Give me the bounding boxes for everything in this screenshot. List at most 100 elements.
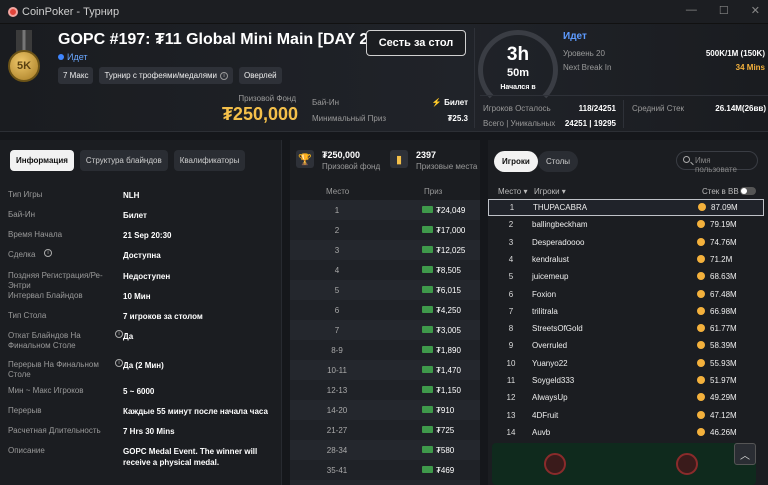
chip-icon xyxy=(697,358,705,367)
player-row[interactable]: 13 4DFruit 47.12M xyxy=(488,407,764,424)
sit-at-table-button[interactable]: Сесть за стол xyxy=(366,30,466,56)
chip-icon xyxy=(698,203,706,211)
prize-amount: ₮8,505 xyxy=(436,266,461,275)
player-row[interactable]: 12 AlwaysUp 49.29M xyxy=(488,389,764,406)
scroll-up-button[interactable]: ︿ xyxy=(734,443,756,465)
info-key: Мин ~ Макс Игроков xyxy=(8,386,84,395)
tag-trophy[interactable]: Турнир с трофеями/медалями i xyxy=(99,67,234,84)
chip-icon xyxy=(697,393,705,402)
prize-amount: ₮469 xyxy=(436,466,455,475)
chip-icon xyxy=(697,220,705,229)
info-value: Да xyxy=(123,332,134,341)
tab-qualifiers[interactable]: Квалификаторы xyxy=(173,150,246,171)
player-row[interactable]: 9 Overruled 58.39M xyxy=(488,337,764,354)
tab-blind-structure[interactable]: Структура блайндов xyxy=(79,150,168,171)
prize-amount: ₮3,005 xyxy=(436,326,461,335)
medal-icon: 5K xyxy=(7,30,41,88)
prize-row: 6 ₮4,250 xyxy=(290,300,480,320)
player-row[interactable]: 6 Foxion 67.48M xyxy=(488,286,764,303)
cash-icon xyxy=(422,266,433,273)
col-place-sort[interactable]: Место ▾ xyxy=(498,187,527,196)
player-stack: 79.19M xyxy=(710,220,737,230)
player-search-input[interactable]: Имя пользовате xyxy=(676,151,758,174)
player-row[interactable]: 14 Auvb 46.26M xyxy=(488,424,764,441)
bolt-icon: ⚡ xyxy=(431,98,442,107)
prize-amount: ₮1,890 xyxy=(436,346,461,355)
prize-place: 12-13 xyxy=(326,386,348,395)
cash-icon xyxy=(422,346,433,353)
avatar xyxy=(544,453,566,475)
tab-information[interactable]: Информация xyxy=(10,150,74,171)
chip-icon xyxy=(697,289,705,298)
clock-hours: 3h xyxy=(506,44,530,65)
tab-players[interactable]: Игроки xyxy=(494,151,538,172)
prize-amount: ₮1,470 xyxy=(436,366,461,375)
prize-pool-summary-value: ₮250,000 xyxy=(322,150,361,160)
tournament-title: GOPC #197: ₮11 Global Mini Main [DAY 2] xyxy=(58,31,374,48)
clock-started: Начался в xyxy=(500,84,536,91)
min-prize-label: Минимальный Приз xyxy=(312,114,386,123)
total-unique-value: 24251 | 19295 xyxy=(564,119,616,128)
player-row[interactable]: 7 trilitrala 66.98M xyxy=(488,303,764,320)
prize-summary: 🏆 ₮250,000 Призовой фонд ▮ 2397 Призовые… xyxy=(290,140,480,178)
player-stack: 66.98M xyxy=(710,306,737,316)
info-key: Откат Блайндов На Финальном Столе xyxy=(8,331,81,350)
info-panel: Информация Структура блайндов Квалификат… xyxy=(0,140,282,485)
info-icon[interactable]: i xyxy=(220,71,229,80)
level-label: Уровень 20 xyxy=(563,49,605,58)
prize-row: 8-9 ₮1,890 xyxy=(290,340,480,360)
player-name: Soygeld333 xyxy=(532,376,575,385)
prize-row: 12-13 ₮1,150 xyxy=(290,380,480,400)
cash-icon xyxy=(422,466,433,473)
tournament-status: Идет xyxy=(58,52,88,62)
prize-place: 14-20 xyxy=(326,406,348,415)
stack-bb-toggle[interactable] xyxy=(740,187,756,195)
player-row[interactable]: 4 kendralust 71.2M xyxy=(488,251,764,268)
prize-row: 2 ₮17,000 xyxy=(290,220,480,240)
table-preview[interactable] xyxy=(492,443,756,485)
player-row[interactable]: 8 StreetsOfGold 61.77M xyxy=(488,320,764,337)
prize-pool-value: ₮250,000 xyxy=(221,104,298,124)
info-key: Тип Игры xyxy=(8,190,43,199)
prize-table-header: Место Приз xyxy=(290,185,480,199)
player-stack: 55.93M xyxy=(710,358,737,368)
player-stack: 51.97M xyxy=(710,376,737,385)
player-place: 9 xyxy=(508,341,514,351)
info-icon[interactable]: i xyxy=(44,249,52,257)
player-name: kendralust xyxy=(532,254,569,264)
info-key: Бай-Ин xyxy=(8,210,35,219)
minimize-icon[interactable]: — xyxy=(686,4,697,17)
info-key: Время Начала xyxy=(8,230,63,239)
player-name: juicemeup xyxy=(532,272,569,282)
prize-row: 3 ₮12,025 xyxy=(290,240,480,260)
player-row[interactable]: 2 ballingbeckham 79.19M xyxy=(488,216,764,233)
player-row[interactable]: 11 Soygeld333 51.97M xyxy=(488,372,764,389)
player-name: StreetsOfGold xyxy=(532,324,583,334)
player-row[interactable]: 1 THUPACABRA 87.09M xyxy=(488,199,764,216)
prize-amount: ₮17,000 xyxy=(436,226,466,235)
maximize-icon[interactable]: ☐ xyxy=(719,4,729,17)
close-icon[interactable]: ✕ xyxy=(751,4,760,17)
cash-icon xyxy=(422,366,433,373)
player-place: 11 xyxy=(506,376,516,385)
player-name: Yuanyo22 xyxy=(532,358,568,368)
info-icon[interactable]: i xyxy=(115,359,123,367)
prize-amount: ₮725 xyxy=(436,426,455,435)
info-value: 5 ~ 6000 xyxy=(123,387,155,396)
player-stack: 46.26M xyxy=(710,427,737,437)
elapsed-clock: 3h 50m Начался в xyxy=(478,30,558,110)
prize-row: 5 ₮6,015 xyxy=(290,280,480,300)
player-place: 3 xyxy=(508,237,514,247)
col-player-sort[interactable]: Игроки ▾ xyxy=(534,187,566,196)
info-icon[interactable]: i xyxy=(115,330,123,338)
player-stack: 68.63M xyxy=(710,272,737,282)
tab-tables[interactable]: Столы xyxy=(538,151,579,172)
player-place: 4 xyxy=(508,254,514,264)
player-name: AlwaysUp xyxy=(532,393,568,403)
player-row[interactable]: 5 juicemeup 68.63M xyxy=(488,268,764,285)
player-row[interactable]: 10 Yuanyo22 55.93M xyxy=(488,355,764,372)
chip-icon xyxy=(697,376,705,384)
player-row[interactable]: 3 Desperadoooo 74.76M xyxy=(488,234,764,251)
chip-icon xyxy=(697,272,705,281)
prize-panel: 🏆 ₮250,000 Призовой фонд ▮ 2397 Призовые… xyxy=(290,140,480,485)
